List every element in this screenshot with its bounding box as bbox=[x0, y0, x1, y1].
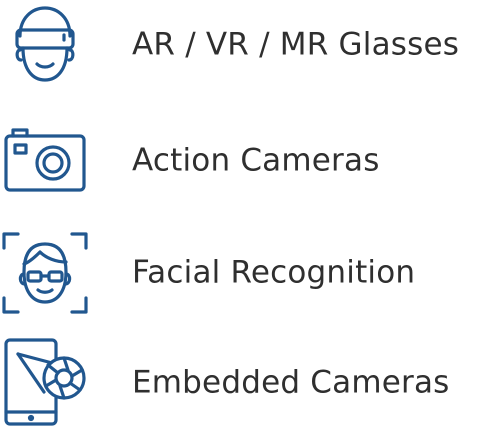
list-item-action-cameras: Action Cameras bbox=[0, 116, 492, 206]
item-label: AR / VR / MR Glasses bbox=[132, 26, 460, 63]
vr-headset-face-icon bbox=[0, 0, 90, 90]
camera-icon bbox=[0, 116, 90, 206]
item-label: Embedded Cameras bbox=[132, 364, 450, 401]
tablet-camera-icon bbox=[0, 338, 90, 428]
list-item-ar-vr-glasses: AR / VR / MR Glasses bbox=[0, 0, 492, 90]
item-label: Facial Recognition bbox=[132, 254, 416, 291]
face-recognition-icon bbox=[0, 228, 90, 318]
list-item-facial-recognition: Facial Recognition bbox=[0, 228, 492, 318]
list-item-embedded-cameras: Embedded Cameras bbox=[0, 338, 492, 428]
item-label: Action Cameras bbox=[132, 142, 380, 179]
feature-list: AR / VR / MR Glasses Action Cameras Faci… bbox=[0, 0, 492, 436]
